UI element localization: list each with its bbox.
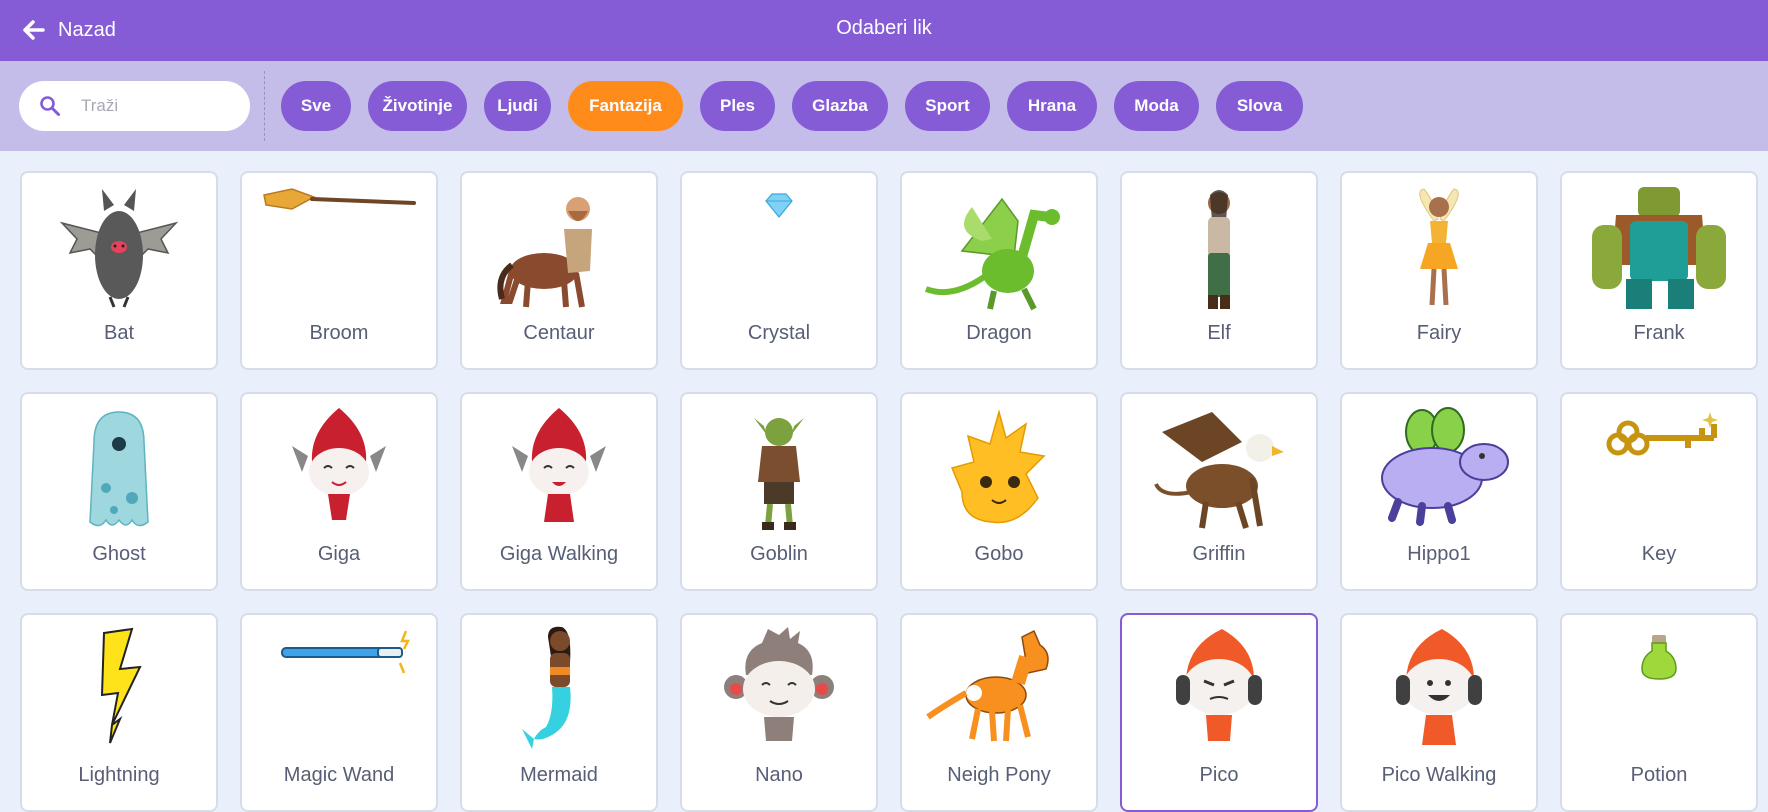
sprite-name: Key xyxy=(1641,543,1677,565)
sprite-tile-pico[interactable]: Pico xyxy=(1120,613,1318,812)
sprite-tile-gobo[interactable]: Gobo xyxy=(900,392,1098,591)
neigh-pony-icon xyxy=(922,623,1076,759)
magic-wand-icon xyxy=(262,623,416,759)
sprite-tile-bat[interactable]: Bat xyxy=(20,171,218,370)
sprite-tile-magic-wand[interactable]: Magic Wand xyxy=(240,613,438,812)
mermaid-icon xyxy=(482,623,636,759)
sprite-name: Bat xyxy=(103,322,135,344)
sprite-tile-centaur[interactable]: Centaur xyxy=(460,171,658,370)
sprite-tile-nano[interactable]: Nano xyxy=(680,613,878,812)
sprite-tile-crystal[interactable]: Crystal xyxy=(680,171,878,370)
pico-walking-icon xyxy=(1362,623,1516,759)
sprite-tile-fairy[interactable]: Fairy xyxy=(1340,171,1538,370)
tag-moda[interactable]: Moda xyxy=(1114,81,1199,131)
gobo-icon xyxy=(922,402,1076,538)
sprite-name: Ghost xyxy=(92,543,146,565)
sprite-tile-potion[interactable]: Potion xyxy=(1560,613,1758,812)
tag-list: Sve Životinje Ljudi Fantazija Ples Glazb… xyxy=(281,81,1320,131)
sprite-name: Crystal xyxy=(747,322,811,344)
tag-zivotinje[interactable]: Životinje xyxy=(368,81,467,131)
crystal-icon xyxy=(702,181,856,317)
sprite-name: Griffin xyxy=(1192,543,1246,565)
tag-slova[interactable]: Slova xyxy=(1216,81,1303,131)
tag-sve[interactable]: Sve xyxy=(281,81,351,131)
sprite-name: Potion xyxy=(1630,764,1688,786)
page-title: Odaberi lik xyxy=(836,17,932,39)
fairy-icon xyxy=(1362,181,1516,317)
sprite-tile-pico-walking[interactable]: Pico Walking xyxy=(1340,613,1538,812)
sprite-name: Gobo xyxy=(974,543,1024,565)
sprite-grid: Bat Broom Centaur Crystal Dragon Elf Fai… xyxy=(20,171,1758,812)
search-icon xyxy=(19,95,61,117)
sprite-tile-key[interactable]: Key xyxy=(1560,392,1758,591)
sprite-tile-ghost[interactable]: Ghost xyxy=(20,392,218,591)
goblin-icon xyxy=(702,402,856,538)
sprite-name: Mermaid xyxy=(520,764,598,786)
sprite-name: Pico Walking xyxy=(1381,764,1497,786)
sprite-name: Neigh Pony xyxy=(947,764,1051,786)
elf-icon xyxy=(1142,181,1296,317)
sprite-name: Goblin xyxy=(750,543,808,565)
nano-icon xyxy=(702,623,856,759)
sprite-name: Magic Wand xyxy=(283,764,395,786)
broom-icon xyxy=(262,181,416,317)
sprite-name: Nano xyxy=(755,764,803,786)
sprite-tile-giga-walking[interactable]: Giga Walking xyxy=(460,392,658,591)
sprite-name: Giga Walking xyxy=(499,543,619,565)
sprite-name: Pico xyxy=(1199,764,1239,786)
frank-icon xyxy=(1582,181,1736,317)
tag-fantazija[interactable]: Fantazija xyxy=(568,81,683,131)
dragon-icon xyxy=(922,181,1076,317)
tag-hrana[interactable]: Hrana xyxy=(1007,81,1097,131)
sprite-tile-broom[interactable]: Broom xyxy=(240,171,438,370)
sprite-tile-dragon[interactable]: Dragon xyxy=(900,171,1098,370)
sprite-tile-giga[interactable]: Giga xyxy=(240,392,438,591)
griffin-icon xyxy=(1142,402,1296,538)
sprite-name: Centaur xyxy=(523,322,595,344)
key-icon xyxy=(1582,402,1736,538)
filter-divider xyxy=(264,71,265,141)
sprite-name: Lightning xyxy=(78,764,160,786)
search-box[interactable] xyxy=(19,81,250,131)
sprite-tile-elf[interactable]: Elf xyxy=(1120,171,1318,370)
lightning-icon xyxy=(42,623,196,759)
potion-icon xyxy=(1582,623,1736,759)
sprite-name: Giga xyxy=(317,543,361,565)
sprite-tile-lightning[interactable]: Lightning xyxy=(20,613,218,812)
sprite-tile-griffin[interactable]: Griffin xyxy=(1120,392,1318,591)
bat-icon xyxy=(42,181,196,317)
sprite-name: Elf xyxy=(1207,322,1231,344)
hippo-icon xyxy=(1362,402,1516,538)
sprite-tile-neigh-pony[interactable]: Neigh Pony xyxy=(900,613,1098,812)
pico-icon xyxy=(1142,623,1296,759)
sprite-name: Hippo1 xyxy=(1407,543,1471,565)
filter-bar: Sve Životinje Ljudi Fantazija Ples Glazb… xyxy=(0,61,1768,151)
giga-walking-icon xyxy=(482,402,636,538)
sprite-tile-mermaid[interactable]: Mermaid xyxy=(460,613,658,812)
search-input[interactable] xyxy=(81,96,231,116)
tag-ples[interactable]: Ples xyxy=(700,81,775,131)
centaur-icon xyxy=(482,181,636,317)
sprite-tile-hippo1[interactable]: Hippo1 xyxy=(1340,392,1538,591)
giga-icon xyxy=(262,402,416,538)
sprite-tile-frank[interactable]: Frank xyxy=(1560,171,1758,370)
tag-glazba[interactable]: Glazba xyxy=(792,81,888,131)
sprite-name: Broom xyxy=(309,322,369,344)
sprite-name: Dragon xyxy=(966,322,1032,344)
tag-ljudi[interactable]: Ljudi xyxy=(484,81,551,131)
sprite-name: Fairy xyxy=(1416,322,1462,344)
tag-sport[interactable]: Sport xyxy=(905,81,990,131)
ghost-icon xyxy=(42,402,196,538)
header-bar: Nazad Odaberi lik xyxy=(0,0,1768,61)
sprite-name: Frank xyxy=(1633,322,1685,344)
sprite-tile-goblin[interactable]: Goblin xyxy=(680,392,878,591)
